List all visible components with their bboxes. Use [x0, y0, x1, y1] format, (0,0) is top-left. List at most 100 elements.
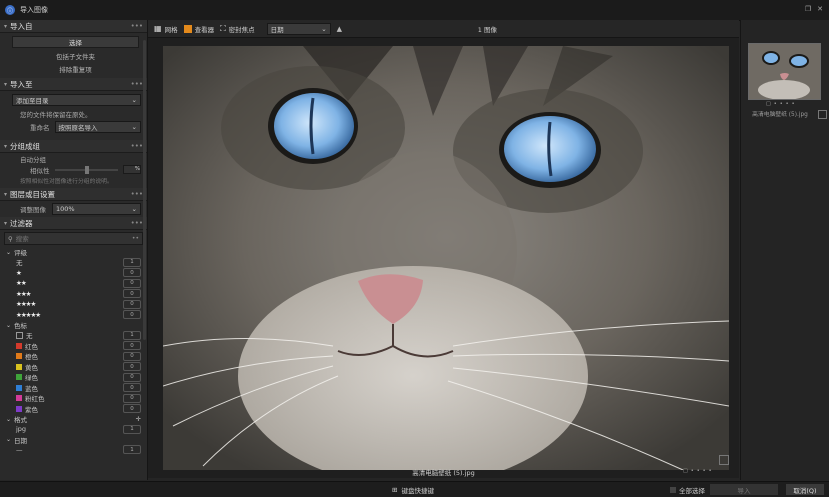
color-filter-row[interactable]: 橙色 0	[0, 351, 147, 362]
more-icon[interactable]: •••	[131, 80, 143, 88]
section-metadata[interactable]: ▾ 图层或目设置 •••	[0, 188, 147, 201]
cat-photo[interactable]	[163, 46, 729, 470]
filter-search-input[interactable]	[15, 234, 132, 243]
square-icon[interactable]: □	[683, 468, 688, 474]
rating-filter-row[interactable]: ★ 0	[0, 268, 147, 279]
similarity-slider[interactable]	[54, 165, 118, 174]
slider-handle[interactable]	[84, 165, 89, 174]
chevron-down-icon: ⌄	[6, 248, 12, 256]
format-title: 格式	[14, 416, 28, 424]
rating-count: 0	[123, 289, 141, 299]
section-import-from[interactable]: ▾ 导入自 •••	[0, 20, 147, 33]
color-filter-row[interactable]: 绿色 0	[0, 372, 147, 383]
adjust-value: 100%	[56, 204, 75, 213]
more-icon[interactable]: •••	[131, 190, 143, 198]
sort-direction-icon[interactable]: ▲	[337, 25, 342, 33]
chevron-down-icon: ▾	[4, 22, 8, 30]
color-filter-row[interactable]: 粉红色 0	[0, 393, 147, 404]
focus-label: 密封焦点	[228, 25, 255, 34]
thumbnail-panel: □ • • • • 高清电脑壁纸 (5).jpg	[740, 20, 829, 480]
viewer-nav-dots[interactable]: □ • • • •	[683, 468, 712, 474]
rating-group-header[interactable]: ⌄ 评级	[0, 247, 147, 258]
section-title: 导入至	[10, 79, 33, 89]
rating-filter-row[interactable]: 无1	[0, 257, 147, 268]
rating-filter-row[interactable]: ★★ 0	[0, 278, 147, 289]
more-icon[interactable]: •••	[131, 142, 143, 150]
title-bar: ⓘ 导入图像 ❐ ✕	[0, 0, 829, 21]
format-row[interactable]: jpg 1	[0, 424, 147, 435]
auto-group-toggle[interactable]: 自动分组	[0, 153, 147, 164]
filter-search[interactable]: ⚲ ••	[4, 232, 143, 245]
include-subfolders-toggle[interactable]: 包括子文件夹	[12, 51, 139, 61]
color-filter-row[interactable]: 无1	[0, 330, 147, 341]
color-label: 无	[26, 332, 33, 341]
format-group-header[interactable]: ⌄ 格式 ✛	[0, 414, 147, 424]
sidebar-scrollbar[interactable]	[143, 40, 146, 340]
keyboard-icon: ⊞	[392, 486, 398, 494]
color-filter-row[interactable]: 蓝色 0	[0, 383, 147, 394]
thumb-nav[interactable]: □ • • • •	[766, 101, 795, 107]
rating-title: 评级	[14, 249, 28, 257]
date-count: 1	[123, 445, 141, 455]
date-group-header[interactable]: ⌄ 日期	[0, 435, 147, 445]
more-icon[interactable]: •••	[131, 22, 143, 30]
color-filter-row[interactable]: 红色 0	[0, 341, 147, 352]
square-icon[interactable]: □	[766, 101, 771, 107]
adjust-select[interactable]: 100% ⌄	[52, 202, 141, 215]
star-rating-icon: ★★	[16, 279, 27, 288]
color-filter-row[interactable]: 紫色 0	[0, 404, 147, 415]
more-icon[interactable]: •••	[131, 219, 143, 227]
viewer-label: 查看器	[194, 25, 215, 34]
destination-select[interactable]: 添加至目录 ⌄	[12, 94, 141, 106]
thumbnail-caption: 高清电脑壁纸 (5).jpg	[752, 112, 808, 118]
import-window: ⓘ 导入图像 ❐ ✕ ▾ 导入自 ••• 选择 包括子文件夹 排除重复项 ▾ 导…	[0, 0, 829, 497]
star-rating-icon: ★★★	[16, 289, 32, 298]
image-viewer: 高清电脑壁纸 (5).jpg □ • • • •	[148, 38, 739, 478]
restore-icon[interactable]: ❐	[805, 5, 811, 13]
date-row[interactable]: — 1	[0, 445, 147, 456]
color-label: 紫色	[25, 405, 38, 414]
exclude-duplicates-toggle[interactable]: 排除重复项	[12, 64, 139, 74]
app-logo-icon: ⓘ	[5, 5, 15, 15]
checkbox-icon	[670, 487, 676, 493]
section-import-to[interactable]: ▾ 导入至 •••	[0, 78, 147, 91]
thumbnail[interactable]	[748, 43, 821, 100]
fit-to-screen-icon[interactable]	[719, 455, 729, 465]
grid-icon: ▦	[154, 24, 162, 33]
close-icon[interactable]: ✕	[817, 5, 823, 13]
bottom-bar: ⊞ 键盘快捷键 全部选择 导入 取消(Q)	[0, 481, 829, 497]
section-filters[interactable]: ▾ 过滤器 •••	[0, 217, 147, 230]
select-all-checkbox[interactable]: 全部选择	[670, 485, 705, 495]
rating-filter-row[interactable]: ★★★★★ 0	[0, 310, 147, 321]
rating-count: 0	[123, 268, 141, 278]
left-sidebar: ▾ 导入自 ••• 选择 包括子文件夹 排除重复项 ▾ 导入至 ••• 添加至目…	[0, 20, 148, 480]
plus-icon[interactable]: ✛	[136, 415, 141, 423]
star-rating-icon: ★★★★	[16, 300, 36, 309]
section-title: 导入自	[10, 21, 33, 31]
rename-select[interactable]: 按照原名导入 ⌄	[54, 120, 141, 133]
similarity-unit[interactable]: %	[123, 165, 141, 174]
thumbnail-image	[749, 44, 820, 99]
more-icon[interactable]: ••	[132, 235, 139, 242]
keyboard-shortcuts-button[interactable]: ⊞ 键盘快捷键	[392, 485, 434, 495]
chevron-down-icon: ⌄	[321, 24, 327, 33]
color-count: 0	[123, 393, 141, 403]
rating-filter-row[interactable]: ★★★★ 0	[0, 299, 147, 310]
focus-button[interactable]: ⛶ 密封焦点	[220, 24, 255, 34]
rating-count: 0	[123, 310, 141, 320]
import-disabled-button[interactable]: 导入	[710, 484, 778, 495]
destination-value: 添加至目录	[16, 97, 49, 105]
dot-icon: •	[785, 101, 789, 107]
sort-select[interactable]: 日期 ⌄	[266, 22, 331, 35]
rating-filter-row[interactable]: ★★★ 0	[0, 289, 147, 300]
color-filter-row[interactable]: 黄色 0	[0, 362, 147, 373]
image-count: 1 图像	[477, 25, 497, 34]
thumb-checkbox[interactable]	[818, 110, 827, 119]
section-grouping[interactable]: ▾ 分组成组 •••	[0, 140, 147, 153]
select-source-button[interactable]: 选择	[12, 36, 139, 48]
color-group-header[interactable]: ⌄ 色标	[0, 320, 147, 331]
date-label: —	[16, 445, 23, 454]
viewer-button[interactable]: 查看器	[183, 24, 215, 34]
grid-view-button[interactable]: ▦ 网格	[154, 24, 178, 34]
cancel-button[interactable]: 取消(Q)	[786, 484, 824, 495]
